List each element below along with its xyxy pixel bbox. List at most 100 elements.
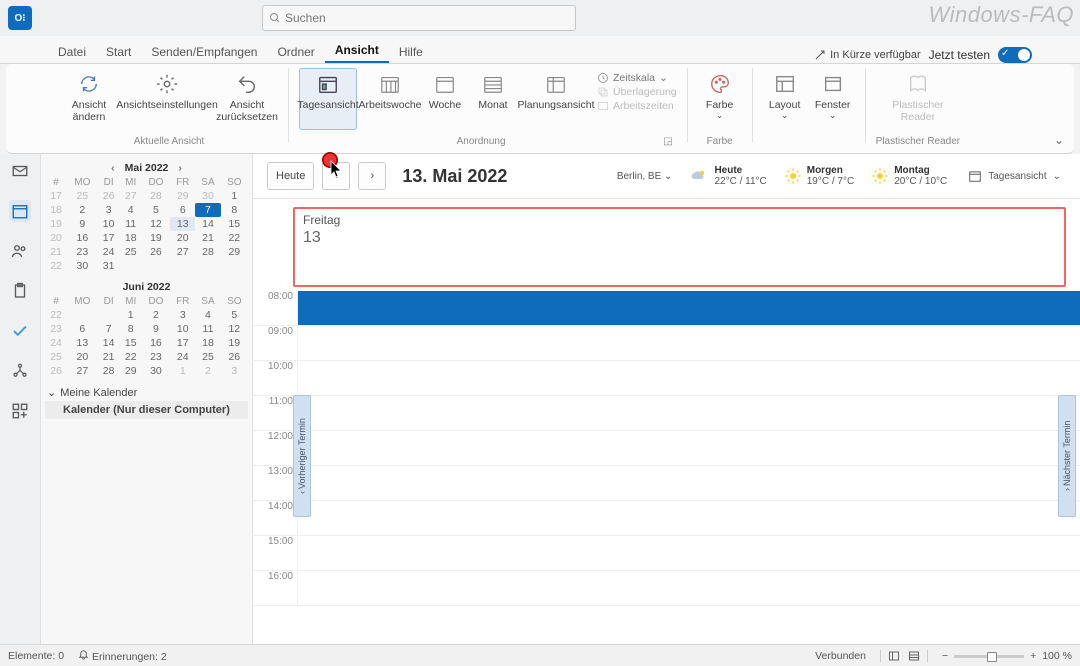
- today-button[interactable]: Heute: [267, 162, 314, 190]
- minical-day[interactable]: 14: [195, 217, 220, 231]
- change-view-button[interactable]: Ansicht ändern: [60, 68, 118, 130]
- tab-datei[interactable]: Datei: [48, 41, 96, 63]
- minical-day[interactable]: 4: [195, 308, 220, 322]
- layout-button[interactable]: Layout⌄: [763, 68, 807, 130]
- time-row[interactable]: 15:00: [253, 536, 1080, 571]
- minical-day[interactable]: 8: [221, 203, 248, 217]
- tab-start[interactable]: Start: [96, 41, 141, 63]
- minical-day[interactable]: 21: [98, 350, 120, 364]
- view-mode-buttons[interactable]: [880, 650, 928, 662]
- minical-day[interactable]: 22: [120, 350, 142, 364]
- my-calendars-header[interactable]: ⌄Meine Kalender: [45, 384, 248, 401]
- minical-day[interactable]: 7: [98, 322, 120, 336]
- time-row[interactable]: 09:00: [253, 326, 1080, 361]
- minical-day[interactable]: 16: [142, 336, 170, 350]
- minical-day[interactable]: 24: [98, 245, 120, 259]
- minical-day[interactable]: 17: [170, 336, 195, 350]
- minical-day[interactable]: 23: [67, 245, 97, 259]
- minical-day[interactable]: 9: [142, 322, 170, 336]
- minical-day[interactable]: 20: [170, 231, 195, 245]
- minical-day[interactable]: 20: [67, 350, 97, 364]
- time-slot[interactable]: [298, 396, 1080, 430]
- minical-day[interactable]: 27: [170, 245, 195, 259]
- zoom-control[interactable]: − + 100 %: [942, 650, 1072, 662]
- minical-day[interactable]: 14: [98, 336, 120, 350]
- minical-day[interactable]: 30: [195, 189, 220, 203]
- location-selector[interactable]: Berlin, BE ⌄: [617, 171, 673, 182]
- search-input[interactable]: Suchen: [262, 5, 576, 31]
- calendar-list-item[interactable]: Kalender (Nur dieser Computer): [45, 401, 248, 419]
- minical-day[interactable]: 22: [45, 259, 67, 273]
- time-slot[interactable]: [298, 361, 1080, 395]
- minical-day[interactable]: 27: [120, 189, 142, 203]
- time-slot[interactable]: [298, 466, 1080, 500]
- minical-day[interactable]: [120, 259, 142, 273]
- time-slot[interactable]: [298, 291, 1080, 325]
- minical-day[interactable]: 2: [142, 308, 170, 322]
- minical-day[interactable]: 20: [45, 231, 67, 245]
- minical-day[interactable]: 15: [120, 336, 142, 350]
- minical-day[interactable]: 29: [221, 245, 248, 259]
- timescale-button[interactable]: Zeitskala ⌄: [597, 72, 677, 84]
- minical-day[interactable]: 3: [98, 203, 120, 217]
- apps-nav-icon[interactable]: [9, 400, 31, 422]
- minical-day[interactable]: [67, 308, 97, 322]
- minical-day[interactable]: 3: [170, 308, 195, 322]
- minical-day[interactable]: 23: [142, 350, 170, 364]
- minical-day[interactable]: 19: [221, 336, 248, 350]
- time-row[interactable]: 14:00: [253, 501, 1080, 536]
- day-view-button[interactable]: Tagesansicht: [299, 68, 357, 130]
- minical-day[interactable]: 18: [45, 203, 67, 217]
- notes-nav-icon[interactable]: [9, 280, 31, 302]
- minical-day[interactable]: 13: [170, 217, 195, 231]
- minical-day[interactable]: 25: [45, 350, 67, 364]
- minical-day[interactable]: 11: [120, 217, 142, 231]
- workweek-view-button[interactable]: Arbeitswoche: [361, 68, 419, 130]
- tasks-nav-icon[interactable]: [9, 320, 31, 342]
- minical-day[interactable]: 17: [98, 231, 120, 245]
- color-button[interactable]: Farbe⌄: [698, 68, 742, 130]
- time-slot[interactable]: [298, 431, 1080, 465]
- worktimes-button[interactable]: Arbeitszeiten: [597, 100, 677, 112]
- minical-day[interactable]: 5: [221, 308, 248, 322]
- minical-day[interactable]: 8: [120, 322, 142, 336]
- minical-day[interactable]: 30: [67, 259, 97, 273]
- minical-day[interactable]: 23: [45, 322, 67, 336]
- minical-day[interactable]: 19: [45, 217, 67, 231]
- time-row[interactable]: 11:00: [253, 396, 1080, 431]
- minical-day[interactable]: 24: [170, 350, 195, 364]
- minical-day[interactable]: [195, 259, 220, 273]
- next-month-button[interactable]: ›: [174, 162, 186, 174]
- minical-day[interactable]: 4: [120, 203, 142, 217]
- time-row[interactable]: 16:00: [253, 571, 1080, 606]
- minical-day[interactable]: 10: [170, 322, 195, 336]
- minical-day[interactable]: 7: [195, 203, 220, 217]
- minical-day[interactable]: 1: [120, 308, 142, 322]
- minical-day[interactable]: [221, 259, 248, 273]
- minical-day[interactable]: 28: [195, 245, 220, 259]
- minical-day[interactable]: [170, 259, 195, 273]
- org-nav-icon[interactable]: [9, 360, 31, 382]
- minical-day[interactable]: 21: [195, 231, 220, 245]
- minical-day[interactable]: 12: [142, 217, 170, 231]
- minical-day[interactable]: 25: [195, 350, 220, 364]
- month-view-button[interactable]: Monat: [471, 68, 515, 130]
- minical-day[interactable]: 28: [142, 189, 170, 203]
- minical-day[interactable]: 9: [67, 217, 97, 231]
- people-nav-icon[interactable]: [9, 240, 31, 262]
- minical-day[interactable]: 21: [45, 245, 67, 259]
- next-day-button[interactable]: ›: [358, 162, 386, 190]
- prev-month-button[interactable]: ‹: [107, 162, 119, 174]
- reset-view-button[interactable]: Ansicht zurücksetzen: [216, 68, 278, 130]
- minical-day[interactable]: 3: [221, 364, 248, 378]
- week-view-button[interactable]: Woche: [423, 68, 467, 130]
- time-slot[interactable]: [298, 571, 1080, 605]
- minical-day[interactable]: 25: [120, 245, 142, 259]
- minical-day[interactable]: [142, 259, 170, 273]
- time-grid[interactable]: ‹ Vorheriger Termin › Nächster Termin 08…: [253, 291, 1080, 644]
- minical-day[interactable]: 12: [221, 322, 248, 336]
- minical-day[interactable]: 18: [120, 231, 142, 245]
- schedule-view-button[interactable]: Planungsansicht: [519, 68, 593, 130]
- minical-day[interactable]: 26: [98, 189, 120, 203]
- time-row[interactable]: 10:00: [253, 361, 1080, 396]
